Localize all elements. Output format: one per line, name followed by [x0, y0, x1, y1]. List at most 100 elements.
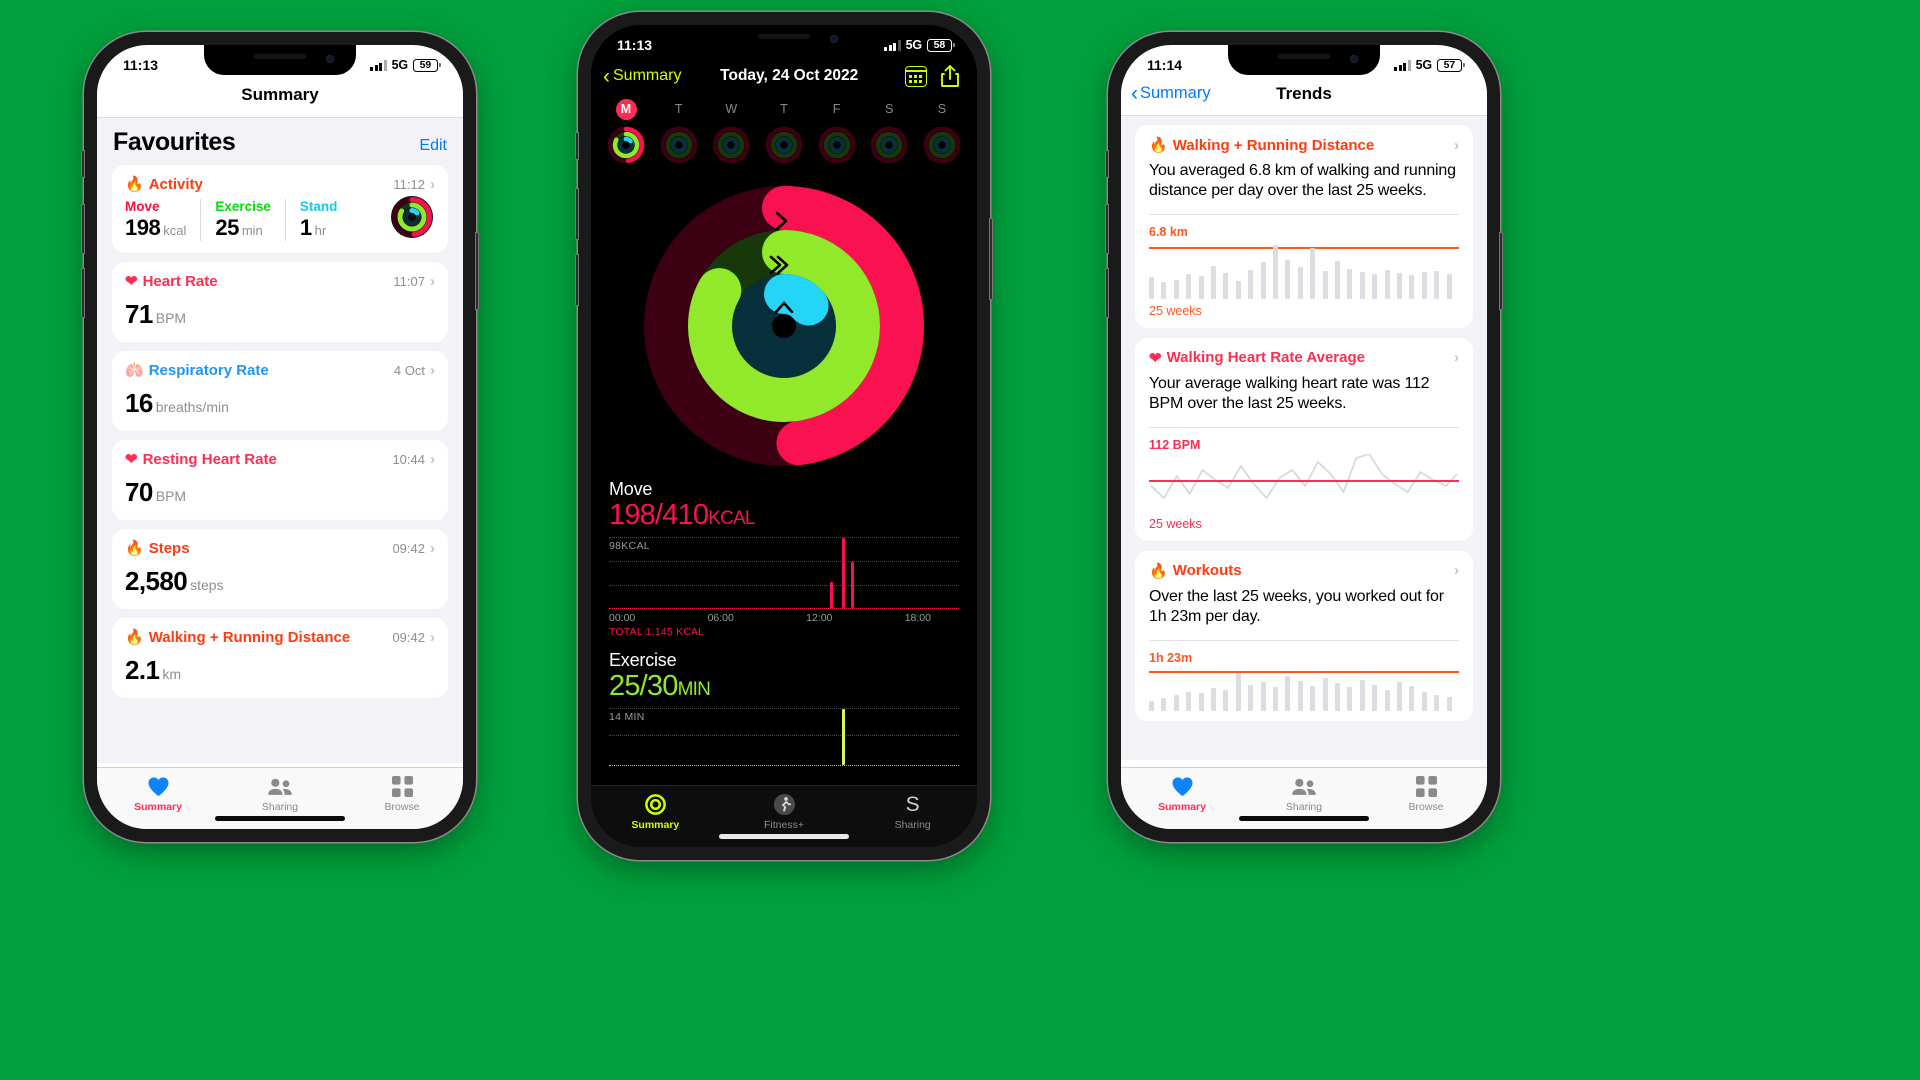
exercise-chart: 14 MIN	[609, 707, 959, 766]
exercise-metric-block: Exercise 25/30MIN 14 MIN	[591, 638, 977, 766]
tab-label-summary-1: Summary	[134, 801, 182, 813]
card-steps[interactable]: 🔥 Steps 09:42 › 2,580 steps	[112, 529, 448, 609]
day-letter-5: S	[885, 102, 894, 116]
volume-down-button[interactable]	[575, 254, 579, 306]
tab-label-sharing-1: Sharing	[261, 801, 299, 813]
trend-card-workouts[interactable]: 🔥 Workouts › Over the last 25 weeks, you…	[1135, 550, 1473, 721]
steps-value: 2,580	[125, 566, 188, 596]
heart-icon	[1121, 775, 1243, 798]
chevron-right-icon: ›	[430, 450, 435, 468]
trend-title-1: Walking Heart Rate Average	[1166, 349, 1365, 367]
edit-button[interactable]: Edit	[419, 137, 447, 155]
tab-label-fitness-plus: Fitness+	[764, 819, 804, 831]
trend-desc-0: You averaged 6.8 km of walking and runni…	[1149, 162, 1456, 200]
chevron-right-icon: ›	[430, 628, 435, 646]
mute-switch[interactable]	[575, 132, 579, 160]
move-metric-block: Move 198/410KCAL 98KCAL 00:00 06:00 12:0…	[591, 473, 977, 638]
battery-icon-1: 59	[412, 58, 441, 72]
back-label-3: Summary	[1140, 84, 1211, 102]
card-time-activity: 11:12	[393, 176, 425, 192]
trend-plot-2	[1149, 667, 1459, 711]
network-label-2: 5G	[905, 38, 922, 52]
power-button[interactable]	[475, 232, 479, 310]
calendar-icon[interactable]	[903, 63, 929, 89]
power-button[interactable]	[1499, 232, 1503, 310]
day-cell-3[interactable]: T	[763, 99, 805, 171]
exercise-value-2: 25/30	[609, 669, 678, 702]
stand-label: Stand	[299, 199, 338, 214]
exercise-unit-2: MIN	[677, 678, 711, 700]
lungs-icon: 🫁	[125, 362, 144, 379]
home-indicator-3[interactable]	[1239, 816, 1369, 821]
card-time-heart-rate: 11:07	[393, 273, 425, 289]
heart-icon: ❤	[125, 451, 138, 468]
trend-card-walking-heart-rate[interactable]: ❤ Walking Heart Rate Average › Your aver…	[1135, 337, 1473, 541]
week-strip[interactable]: M T W T F S S	[591, 99, 977, 175]
tab-summary-1[interactable]: Summary	[97, 775, 219, 813]
day-cell-2[interactable]: W	[710, 99, 752, 171]
tab-browse-1[interactable]: Browse	[341, 775, 463, 813]
notch	[204, 45, 356, 75]
card-title-steps: Steps	[148, 539, 190, 557]
volume-down-button[interactable]	[1105, 268, 1109, 318]
page-title-1: Summary	[97, 79, 463, 118]
home-indicator-2[interactable]	[719, 834, 849, 839]
trend-chart-1: 112 BPM 25 weeks	[1149, 426, 1459, 531]
day-rings-1	[658, 124, 700, 171]
respiratory-rate-unit: breaths/min	[155, 399, 229, 415]
volume-down-button[interactable]	[81, 268, 85, 318]
back-to-summary-button-3[interactable]: ‹ Summary	[1131, 83, 1211, 104]
tab-label-browse-1: Browse	[384, 801, 420, 813]
home-indicator-1[interactable]	[215, 816, 345, 821]
trend-card-walking-running[interactable]: 🔥 Walking + Running Distance › You avera…	[1135, 125, 1473, 328]
tab-browse-3[interactable]: Browse	[1365, 775, 1487, 813]
signal-icon	[884, 39, 901, 51]
activity-rings-large[interactable]	[591, 175, 977, 473]
mute-switch[interactable]	[81, 150, 85, 178]
tab-sharing-1[interactable]: Sharing	[219, 775, 341, 813]
mute-switch[interactable]	[1105, 150, 1109, 178]
volume-up-button[interactable]	[1105, 204, 1109, 254]
trends-list[interactable]: 🔥 Walking + Running Distance › You avera…	[1121, 116, 1487, 760]
flame-icon: 🔥	[125, 629, 144, 646]
volume-up-button[interactable]	[81, 204, 85, 254]
flame-icon: 🔥	[125, 540, 144, 557]
card-resting-heart-rate[interactable]: ❤ Resting Heart Rate 10:44 › 70 BPM	[112, 440, 448, 520]
stand-value: 1	[299, 215, 312, 240]
activity-rings-icon	[591, 793, 720, 816]
signal-icon	[370, 59, 387, 71]
day-cell-5[interactable]: S	[868, 99, 910, 171]
day-cell-4[interactable]: F	[816, 99, 858, 171]
share-icon[interactable]	[937, 63, 963, 89]
tab-summary-3[interactable]: Summary	[1121, 775, 1243, 813]
card-activity[interactable]: 🔥 Activity 11:12 › Move 198 kcal Exercis…	[112, 165, 448, 253]
trend-highlight-1: 112 BPM	[1149, 437, 1201, 452]
phone-center-activity: 11:13 5G 58 ‹ Summary Today, 24 Oct 2022	[575, 12, 993, 860]
chevron-right-icon: ›	[430, 272, 435, 290]
card-heart-rate[interactable]: ❤ Heart Rate 11:07 › 71 BPM	[112, 262, 448, 342]
flame-icon: 🔥	[1149, 562, 1168, 580]
tab-sharing-2[interactable]: S Sharing	[848, 793, 977, 831]
day-cell-1[interactable]: T	[658, 99, 700, 171]
tab-sharing-3[interactable]: Sharing	[1243, 775, 1365, 813]
power-button[interactable]	[989, 218, 993, 300]
tab-fitness-plus[interactable]: Fitness+	[720, 793, 849, 831]
trends-nav-bar: ‹ Summary Trends	[1121, 79, 1487, 116]
trend-period-1: 25 weeks	[1149, 516, 1202, 531]
tab-summary-2[interactable]: Summary	[591, 793, 720, 831]
day-cell-6[interactable]: S	[921, 99, 963, 171]
trend-highlight-0: 6.8 km	[1149, 224, 1188, 239]
card-respiratory-rate[interactable]: 🫁 Respiratory Rate 4 Oct › 16 breaths/min	[112, 351, 448, 431]
chevron-right-icon: ›	[1454, 136, 1459, 154]
move-total: TOTAL 1,145 KCAL	[609, 625, 705, 638]
volume-up-button[interactable]	[575, 188, 579, 240]
summary-list[interactable]: Favourites Edit 🔥 Activity 11:12 › Move …	[97, 118, 463, 763]
day-cell-0[interactable]: M	[605, 99, 647, 171]
card-walking-running-distance[interactable]: 🔥 Walking + Running Distance 09:42 › 2.1…	[112, 618, 448, 698]
card-time-steps: 09:42	[392, 540, 425, 556]
activity-metric-move: Move 198 kcal	[125, 199, 202, 241]
favourites-title: Favourites	[113, 128, 236, 156]
exercise-value: 25	[215, 215, 239, 240]
chevron-left-icon: ‹	[1131, 82, 1138, 105]
back-to-summary-button[interactable]: ‹ Summary	[603, 66, 681, 87]
